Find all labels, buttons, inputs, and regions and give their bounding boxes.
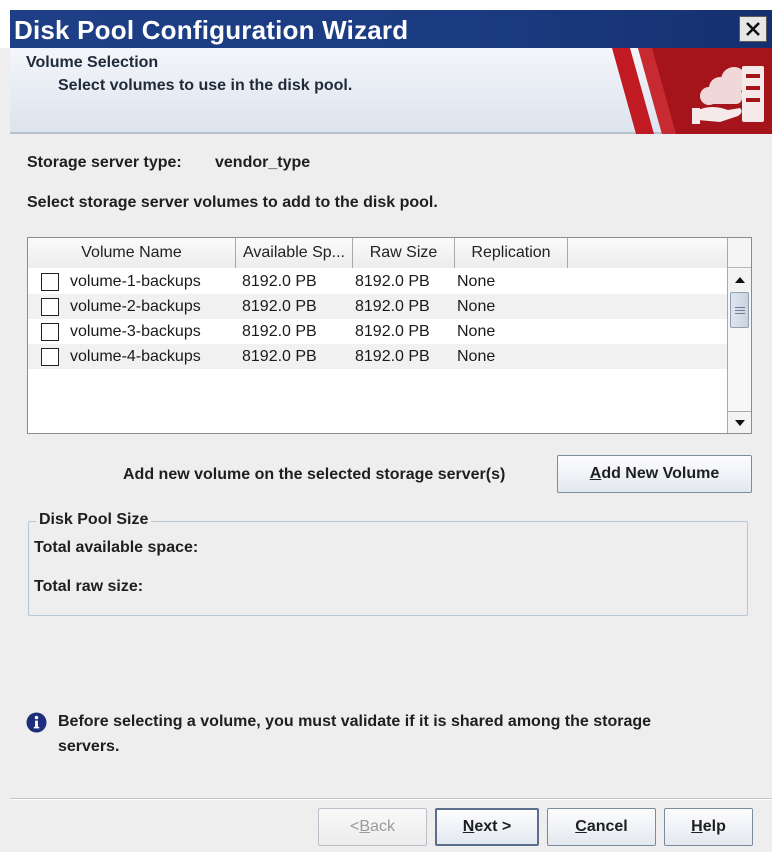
help-button[interactable]: Help: [664, 808, 753, 846]
close-icon: [746, 22, 760, 36]
table-header: Volume Name Available Sp... Raw Size Rep…: [28, 238, 728, 268]
info-note-line-2: servers.: [58, 738, 120, 755]
replication-cell: None: [457, 273, 496, 290]
cancel-button[interactable]: Cancel: [547, 808, 656, 846]
raw-size-cell: 8192.0 PB: [355, 348, 430, 365]
volume-name: volume-2-backups: [70, 298, 201, 315]
wizard-header: Volume Selection Select volumes to use i…: [10, 48, 772, 134]
column-header-replication[interactable]: Replication: [455, 238, 568, 268]
storage-server-icon: [612, 48, 772, 134]
storage-server-type-label: Storage server type:: [27, 154, 182, 171]
volume-checkbox[interactable]: [41, 322, 59, 341]
volumes-table: Volume Name Available Sp... Raw Size Rep…: [27, 237, 752, 434]
add-new-volume-button[interactable]: Add New Volume: [557, 455, 752, 493]
info-note-line-1: Before selecting a volume, you must vali…: [58, 713, 652, 730]
column-header-raw-size[interactable]: Raw Size: [353, 238, 455, 268]
info-icon: [26, 712, 47, 733]
window-title: Disk Pool Configuration Wizard: [14, 15, 409, 45]
back-button[interactable]: < Back: [318, 808, 427, 846]
select-volumes-prompt: Select storage server volumes to add to …: [27, 194, 438, 211]
replication-cell: None: [457, 348, 496, 365]
raw-size-cell: 8192.0 PB: [355, 273, 430, 290]
close-button[interactable]: [739, 16, 767, 42]
table-row[interactable]: volume-2-backups 8192.0 PB 8192.0 PB Non…: [28, 294, 728, 319]
vertical-scrollbar[interactable]: [727, 238, 751, 433]
volume-name: volume-1-backups: [70, 273, 201, 290]
table-row[interactable]: volume-4-backups 8192.0 PB 8192.0 PB Non…: [28, 344, 728, 369]
available-space-cell: 8192.0 PB: [242, 273, 317, 290]
available-space-cell: 8192.0 PB: [242, 348, 317, 365]
volume-checkbox[interactable]: [41, 347, 59, 366]
storage-server-type-value: vendor_type: [215, 154, 311, 171]
next-button[interactable]: Next >: [435, 808, 539, 846]
disk-pool-size-legend: Disk Pool Size: [36, 511, 152, 529]
step-subtitle: Select volumes to use in the disk pool.: [58, 77, 353, 94]
raw-size-cell: 8192.0 PB: [355, 323, 430, 340]
step-title: Volume Selection: [26, 54, 159, 71]
column-header-available-space[interactable]: Available Sp...: [236, 238, 353, 268]
arrow-down-icon: [734, 419, 745, 426]
available-space-cell: 8192.0 PB: [242, 323, 317, 340]
disk-pool-size-group: [28, 521, 748, 616]
scroll-thumb[interactable]: [730, 292, 749, 328]
replication-cell: None: [457, 298, 496, 315]
table-body: volume-1-backups 8192.0 PB 8192.0 PB Non…: [28, 269, 728, 369]
total-available-space-label: Total available space:: [34, 539, 199, 556]
table-row[interactable]: volume-1-backups 8192.0 PB 8192.0 PB Non…: [28, 269, 728, 294]
title-bar: Disk Pool Configuration Wizard: [0, 0, 772, 48]
column-header-volume-name[interactable]: Volume Name: [28, 238, 236, 268]
raw-size-cell: 8192.0 PB: [355, 298, 430, 315]
footer-separator: [10, 798, 772, 800]
volume-name: volume-3-backups: [70, 323, 201, 340]
volume-checkbox[interactable]: [41, 297, 59, 316]
volume-name: volume-4-backups: [70, 348, 201, 365]
total-raw-size-label: Total raw size:: [34, 578, 144, 595]
disk-pool-wizard-window: Disk Pool Configuration Wizard Volume Se…: [0, 0, 772, 852]
table-row[interactable]: volume-3-backups 8192.0 PB 8192.0 PB Non…: [28, 319, 728, 344]
replication-cell: None: [457, 323, 496, 340]
arrow-up-icon: [734, 277, 745, 283]
volume-checkbox[interactable]: [41, 272, 59, 291]
add-volume-prompt: Add new volume on the selected storage s…: [123, 466, 506, 483]
scroll-down-button[interactable]: [728, 411, 751, 433]
scroll-up-button[interactable]: [728, 269, 751, 291]
column-header-extra: [568, 238, 728, 268]
available-space-cell: 8192.0 PB: [242, 298, 317, 315]
